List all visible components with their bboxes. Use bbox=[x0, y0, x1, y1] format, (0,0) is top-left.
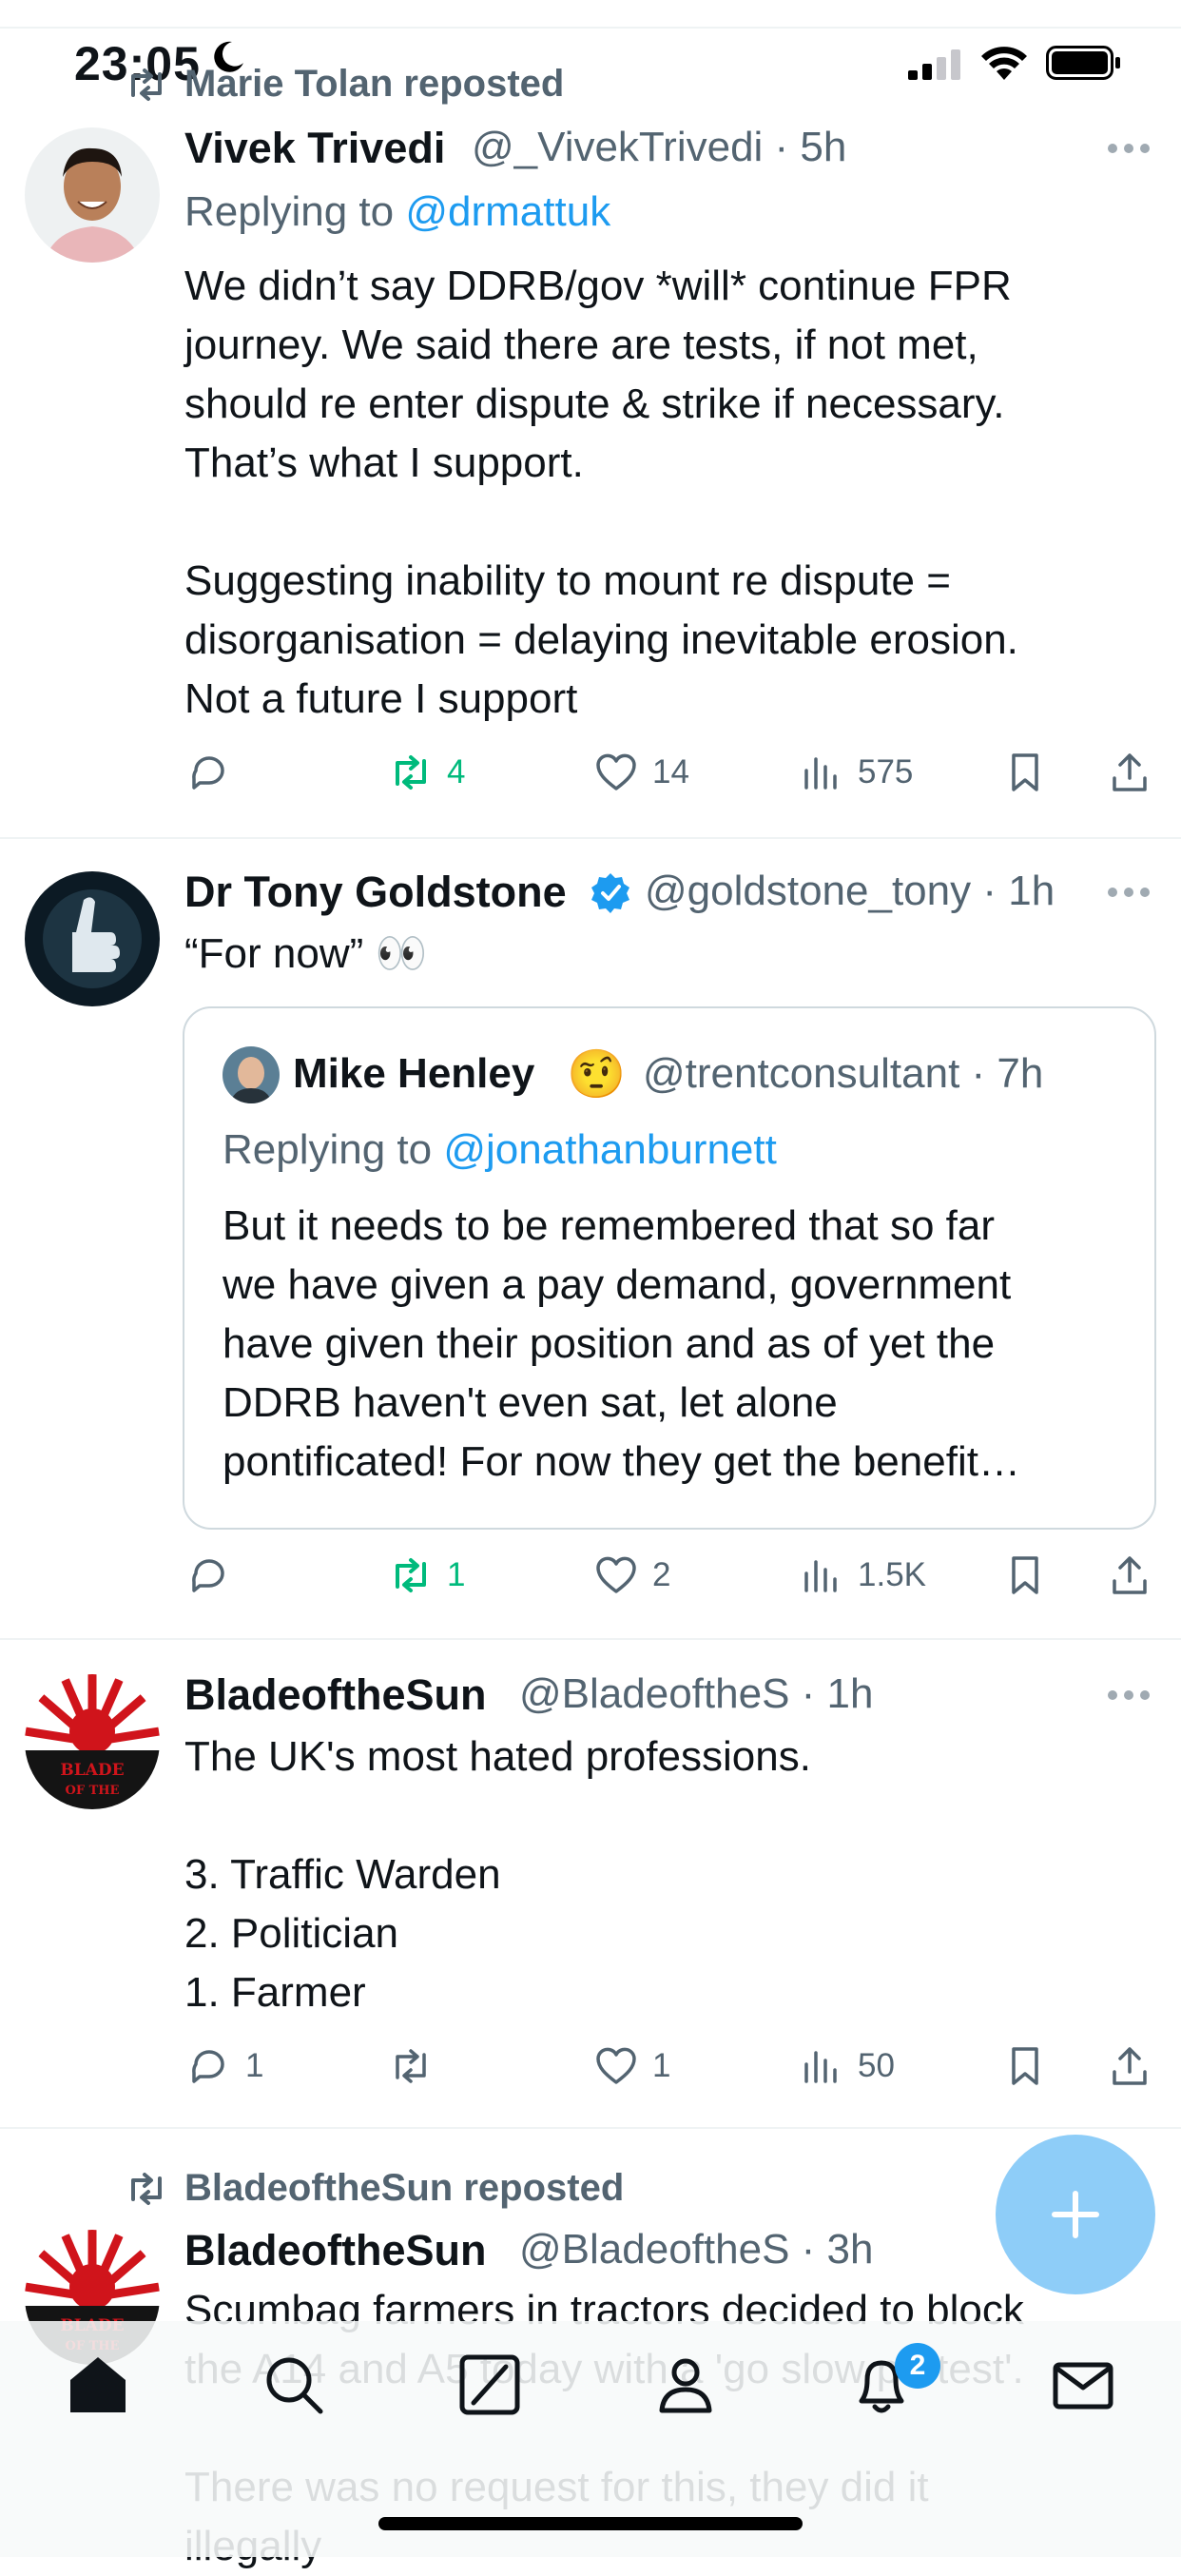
share-icon bbox=[1113, 2047, 1147, 2085]
tweet-text: The UK's most hated professions. 3. Traf… bbox=[184, 1733, 811, 2016]
repost-button[interactable] bbox=[388, 2043, 447, 2089]
author-handle[interactable]: @goldstone_tony · 1h bbox=[645, 868, 1055, 915]
plus-icon bbox=[1052, 2191, 1099, 2238]
repost-label[interactable]: BladeoftheSun reposted bbox=[184, 2167, 624, 2210]
quoted-tweet-text: But it needs to be remembered that so fa… bbox=[223, 1202, 1020, 1485]
repost-count: 4 bbox=[447, 753, 466, 790]
grok-icon[interactable] bbox=[456, 2352, 523, 2418]
like-count: 1 bbox=[652, 2047, 671, 2084]
more-options-icon[interactable] bbox=[1107, 143, 1151, 154]
author-name[interactable]: Dr Tony Goldstone bbox=[184, 868, 567, 917]
wifi-icon bbox=[981, 47, 1027, 80]
share-icon bbox=[1113, 753, 1147, 791]
home-icon[interactable] bbox=[65, 2352, 131, 2418]
notification-badge: 2 bbox=[895, 2343, 940, 2389]
battery-icon bbox=[1046, 46, 1120, 80]
tweet-divider bbox=[0, 1638, 1181, 1640]
bookmark-icon bbox=[1012, 1556, 1038, 1594]
author-handle[interactable]: @_VivekTrivedi · 5h bbox=[472, 124, 846, 171]
bookmark-icon bbox=[1012, 2047, 1038, 2085]
bookmark-button[interactable] bbox=[1002, 1552, 1048, 1598]
replying-handle-link[interactable]: @drmattuk bbox=[405, 188, 610, 235]
reply-icon bbox=[192, 756, 224, 790]
author-handle[interactable]: @BladeoftheS · 1h bbox=[519, 1670, 873, 1718]
author-name[interactable]: BladeoftheSun bbox=[184, 2226, 487, 2275]
views-count: 575 bbox=[858, 753, 914, 790]
bookmark-icon bbox=[1012, 753, 1038, 791]
reply-button[interactable]: 1 bbox=[186, 2043, 263, 2089]
quoted-replying-prefix: Replying to bbox=[223, 1126, 444, 1173]
repost-icon bbox=[131, 68, 162, 101]
search-icon[interactable] bbox=[261, 2352, 327, 2418]
more-options-icon[interactable] bbox=[1107, 887, 1151, 898]
heart-icon bbox=[596, 1556, 636, 1593]
reply-button[interactable] bbox=[186, 750, 245, 795]
share-button[interactable] bbox=[1107, 2043, 1152, 2089]
reply-icon bbox=[192, 1559, 224, 1592]
cellular-signal-icon bbox=[908, 49, 960, 80]
replying-prefix: Replying to bbox=[184, 188, 406, 235]
views-icon bbox=[804, 2051, 837, 2083]
author-name[interactable]: BladeoftheSun bbox=[184, 1670, 487, 1720]
bookmark-button[interactable] bbox=[1002, 750, 1048, 795]
quoted-replying-handle-link[interactable]: @jonathanburnett bbox=[443, 1126, 776, 1173]
quoted-author-emoji: 🤨 bbox=[567, 1047, 627, 1101]
views-button[interactable]: 50 bbox=[799, 2043, 895, 2089]
tweet-divider bbox=[0, 837, 1181, 839]
home-indicator bbox=[378, 2517, 803, 2530]
verified-badge-icon bbox=[591, 873, 629, 913]
repost-icon bbox=[396, 1558, 426, 1592]
tweet-text: “For now” 👀 bbox=[184, 930, 428, 977]
like-button[interactable]: 2 bbox=[593, 1552, 670, 1598]
views-icon bbox=[804, 757, 837, 790]
quoted-author-handle[interactable]: @trentconsultant · 7h bbox=[643, 1050, 1043, 1098]
more-options-icon[interactable] bbox=[1107, 1689, 1151, 1701]
repost-icon bbox=[396, 2049, 426, 2083]
author-name[interactable]: Vivek Trivedi bbox=[184, 124, 445, 173]
quoted-author-name[interactable]: Mike Henley bbox=[293, 1050, 534, 1098]
repost-icon bbox=[396, 755, 426, 790]
svg-text:OF THE: OF THE bbox=[66, 1784, 120, 1798]
views-button[interactable]: 1.5K bbox=[799, 1552, 926, 1598]
messages-envelope-icon[interactable] bbox=[1050, 2352, 1116, 2418]
share-button[interactable] bbox=[1107, 750, 1152, 795]
like-button[interactable]: 1 bbox=[593, 2043, 670, 2089]
views-icon bbox=[804, 1560, 837, 1592]
like-button[interactable]: 14 bbox=[593, 750, 689, 795]
svg-text:BLADE: BLADE bbox=[60, 1761, 124, 1780]
top-divider bbox=[0, 27, 1181, 29]
bookmark-button[interactable] bbox=[1002, 2043, 1048, 2089]
quoted-replying-to: Replying to @jonathanburnett bbox=[223, 1126, 777, 1174]
quoted-avatar bbox=[223, 1046, 280, 1103]
repost-button[interactable]: 4 bbox=[388, 750, 465, 795]
heart-icon bbox=[596, 753, 636, 790]
avatar[interactable] bbox=[25, 127, 160, 263]
tweet-divider bbox=[0, 2127, 1181, 2129]
heart-icon bbox=[596, 2047, 636, 2084]
compose-button[interactable] bbox=[996, 2135, 1155, 2294]
views-button[interactable]: 575 bbox=[799, 750, 913, 795]
reply-icon bbox=[192, 2050, 224, 2083]
like-count: 14 bbox=[652, 753, 689, 790]
views-count: 50 bbox=[858, 2047, 895, 2084]
replying-to: Replying to @drmattuk bbox=[184, 188, 610, 236]
reply-count: 1 bbox=[245, 2047, 264, 2084]
avatar[interactable]: BLADE OF THE bbox=[25, 1674, 160, 1809]
views-count: 1.5K bbox=[858, 1556, 926, 1593]
communities-icon[interactable] bbox=[652, 2352, 719, 2418]
share-button[interactable] bbox=[1107, 1552, 1152, 1598]
repost-label[interactable]: Marie Tolan reposted bbox=[184, 63, 564, 106]
reply-button[interactable] bbox=[186, 1552, 245, 1598]
like-count: 2 bbox=[652, 1556, 671, 1593]
avatar[interactable] bbox=[25, 871, 160, 1006]
share-icon bbox=[1113, 1556, 1147, 1594]
tweet-text: We didn’t say DDRB/gov *will* continue F… bbox=[184, 263, 1018, 722]
author-handle[interactable]: @BladeoftheS · 3h bbox=[519, 2226, 873, 2274]
repost-count: 1 bbox=[447, 1556, 466, 1593]
repost-button[interactable]: 1 bbox=[388, 1552, 465, 1598]
repost-icon bbox=[131, 2173, 162, 2205]
